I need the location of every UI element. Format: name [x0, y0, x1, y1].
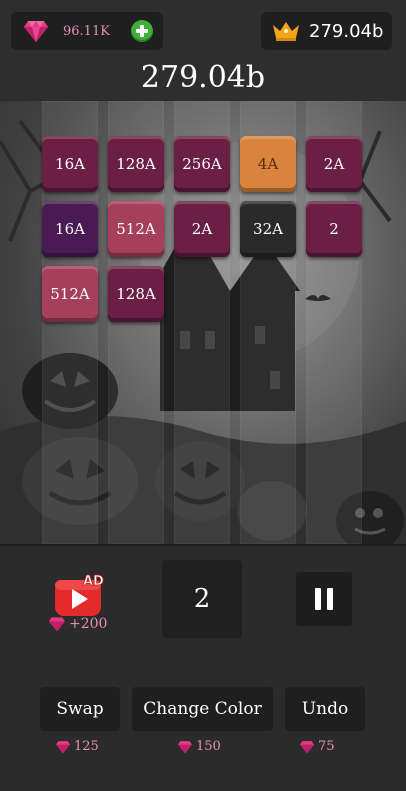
change-color-cost: 150	[177, 739, 221, 754]
control-panel: AD +200 2 Swap Change Color Undo 125 150…	[0, 544, 406, 791]
crown-icon	[273, 22, 299, 41]
best-score-badge: 279.04b	[261, 12, 392, 50]
tile: 256A	[174, 136, 230, 192]
current-score: 279.04b	[140, 60, 266, 95]
tile: 128A	[108, 136, 164, 192]
best-score: 279.04b	[309, 20, 384, 42]
undo-button[interactable]: Undo	[285, 687, 365, 731]
tile: 512A	[42, 266, 98, 322]
top-bar: 96.11K 279.04b 279.04b	[0, 0, 406, 100]
swap-button[interactable]: Swap	[40, 687, 120, 731]
tile: 2A	[306, 136, 362, 192]
tile: 128A	[108, 266, 164, 322]
tile: 2	[306, 201, 362, 257]
gem-icon	[300, 740, 314, 753]
tile: 16A	[42, 201, 98, 257]
watch-ad-button[interactable]: AD	[53, 574, 107, 622]
ad-badge: AD	[83, 574, 104, 589]
tile: 32A	[240, 201, 296, 257]
video-ad-icon: AD	[55, 574, 104, 616]
gem-icon	[56, 740, 70, 753]
undo-cost: 75	[299, 739, 335, 754]
gem-count: 96.11K	[63, 23, 110, 39]
gem-icon	[49, 617, 65, 632]
game-board: 16A 128A 256A 4A 2A 16A 512A 2A 32A 2 512A 128A	[0, 101, 406, 544]
swap-cost-value: 125	[74, 739, 99, 754]
gem-icon	[178, 740, 192, 753]
tile: 2A	[174, 201, 230, 257]
gem-counter: 96.11K	[11, 12, 163, 50]
tile: 512A	[108, 201, 164, 257]
next-tile-preview: 2	[162, 560, 242, 638]
ad-reward-amount: +200	[69, 616, 108, 632]
gem-icon	[24, 21, 48, 42]
pause-icon	[315, 588, 321, 610]
swap-cost: 125	[55, 739, 99, 754]
ad-reward: +200	[48, 616, 107, 632]
pause-button[interactable]	[296, 572, 352, 626]
tile: 16A	[42, 136, 98, 192]
change-color-button[interactable]: Change Color	[132, 687, 273, 731]
tile: 4A	[240, 136, 296, 192]
add-gems-button[interactable]	[131, 20, 153, 42]
change-color-cost-value: 150	[196, 739, 221, 754]
tile-grid: 16A 128A 256A 4A 2A 16A 512A 2A 32A 2 512A 128A	[0, 101, 406, 544]
undo-cost-value: 75	[318, 739, 335, 754]
